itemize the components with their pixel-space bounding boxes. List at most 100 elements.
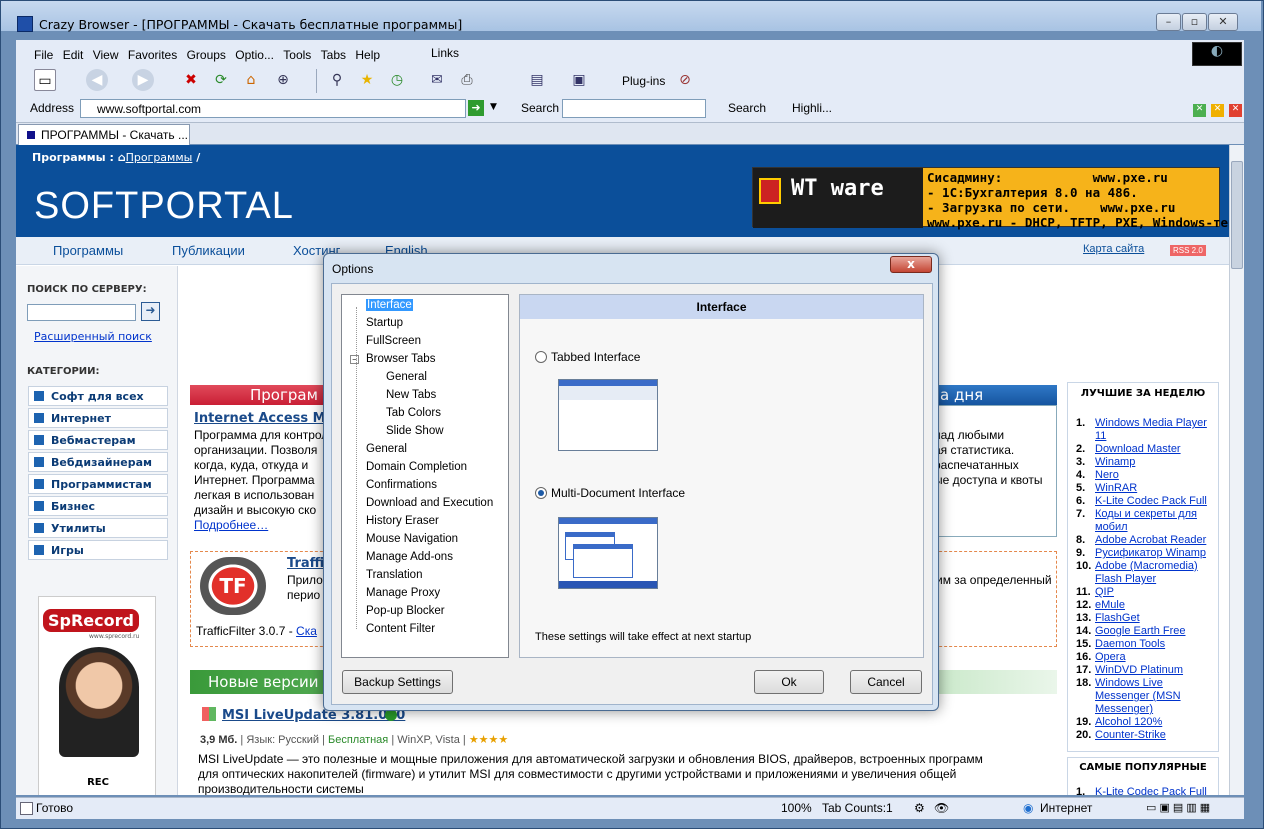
more-link[interactable]: Подробнее… (194, 518, 268, 532)
top-week-item[interactable]: 15. Daemon Tools (1076, 638, 1216, 651)
site-search-input[interactable] (27, 304, 136, 321)
category-item[interactable]: Вебмастерам (28, 430, 168, 450)
tree-item[interactable]: Slide Show (386, 425, 444, 437)
radio-tabbed[interactable] (535, 351, 547, 363)
tree-item[interactable]: Content Filter (366, 623, 435, 635)
tree-item[interactable]: Download and Execution (366, 497, 493, 509)
tree-item[interactable]: General (366, 443, 407, 455)
top-week-item[interactable]: 5. WinRAR (1076, 482, 1216, 495)
scroll-thumb[interactable] (1231, 161, 1243, 269)
window-cascade-icon[interactable]: ▣ (568, 69, 590, 91)
menu-edit[interactable]: Edit (63, 48, 84, 62)
site-logo[interactable]: SOFTPORTAL (34, 185, 294, 228)
tree-item[interactable]: Pop-up Blocker (366, 605, 445, 617)
ok-button[interactable]: Ok (754, 670, 824, 694)
top-week-item[interactable]: 14. Google Earth Free (1076, 625, 1216, 638)
mail-icon[interactable]: ✉ (426, 69, 448, 91)
print-icon[interactable]: ⎙ (456, 69, 478, 91)
popular-item[interactable]: 1. K-Lite Codec Pack Full (1076, 786, 1207, 795)
tree-item[interactable]: FullScreen (366, 335, 421, 347)
category-item[interactable]: Утилиты (28, 518, 168, 538)
nav-publications[interactable]: Публикации (172, 243, 245, 258)
favorites-star-icon[interactable]: ★ (356, 69, 378, 91)
tree-item[interactable]: Manage Add-ons (366, 551, 453, 563)
top-week-item[interactable]: 2. Download Master (1076, 443, 1216, 456)
top-week-item[interactable]: 19. Alcohol 120% (1076, 716, 1216, 729)
label-mdi[interactable]: Multi-Document Interface (551, 486, 685, 500)
address-dropdown-icon[interactable]: ▼ (490, 102, 497, 112)
cancel-button[interactable]: Cancel (850, 670, 922, 694)
tree-item[interactable]: Interface (366, 299, 413, 311)
top-week-item[interactable]: 6. K-Lite Codec Pack Full (1076, 495, 1216, 508)
top-week-item[interactable]: 8. Adobe Acrobat Reader (1076, 534, 1216, 547)
ad-banner[interactable]: WT ware Сисадмину: www.pxe.ru - 1С:Бухга… (752, 167, 1229, 230)
tree-item[interactable]: Translation (366, 569, 422, 581)
top-week-item[interactable]: 7. Коды и секреты для мобил (1076, 508, 1216, 534)
category-item[interactable]: Вебдизайнерам (28, 452, 168, 472)
trafficfilter-logo[interactable]: TF (200, 557, 266, 615)
top-week-item[interactable]: 20. Counter-Strike (1076, 729, 1216, 742)
top-week-item[interactable]: 11. QIP (1076, 586, 1216, 599)
search-icon[interactable]: ⚲ (326, 69, 348, 91)
search-input[interactable] (562, 99, 706, 118)
menu-help[interactable]: Help (355, 48, 380, 62)
home-icon[interactable]: ⌂ (240, 69, 262, 91)
top-week-item[interactable]: 16. Opera (1076, 651, 1216, 664)
breadcrumb-link[interactable]: Программы (126, 151, 193, 164)
address-input[interactable]: www.softportal.com (80, 99, 466, 118)
links-label[interactable]: Links (431, 46, 459, 60)
history-icon[interactable]: ◷ (386, 69, 408, 91)
tree-item[interactable]: New Tabs (386, 389, 436, 401)
tree-item[interactable]: Startup (366, 317, 403, 329)
menu-tools[interactable]: Tools (283, 48, 311, 62)
tree-item[interactable]: General (386, 371, 427, 383)
top-week-item[interactable]: 12. eMule (1076, 599, 1216, 612)
tree-item[interactable]: Domain Completion (366, 461, 467, 473)
tab-programs[interactable]: ПРОГРАММЫ - Скачать ... (18, 124, 190, 145)
tree-item[interactable]: Mouse Navigation (366, 533, 458, 545)
category-item[interactable]: Бизнес (28, 496, 168, 516)
top-week-item[interactable]: 10. Adobe (Macromedia) Flash Player (1076, 560, 1216, 586)
close-button[interactable]: ✕ (1208, 13, 1238, 31)
category-item[interactable]: Игры (28, 540, 168, 560)
forward-icon[interactable]: ▶ (132, 69, 154, 91)
radio-mdi[interactable] (535, 487, 547, 499)
tree-expander-icon[interactable]: − (350, 355, 359, 364)
menu-groups[interactable]: Groups (187, 48, 226, 62)
label-tabbed[interactable]: Tabbed Interface (551, 350, 640, 364)
plugin-blocker-icon[interactable]: ⊘ (674, 69, 696, 91)
tree-item[interactable]: Confirmations (366, 479, 437, 491)
site-search-go-icon[interactable]: ➜ (141, 302, 160, 321)
menu-options[interactable]: Optio... (235, 48, 274, 62)
backup-settings-button[interactable]: Backup Settings (342, 670, 453, 694)
vertical-scrollbar[interactable] (1229, 145, 1244, 795)
stop-icon[interactable]: ✖ (180, 69, 202, 91)
top-week-item[interactable]: 17. WinDVD Platinum (1076, 664, 1216, 677)
iam-title-link[interactable]: Internet Access Mo (194, 411, 335, 426)
zoom-icon[interactable]: ⊕ (272, 69, 294, 91)
category-item[interactable]: Программистам (28, 474, 168, 494)
tf-download-link[interactable]: Ска (296, 624, 317, 638)
refresh-icon[interactable]: ⟳ (210, 69, 232, 91)
top-week-item[interactable]: 1. Windows Media Player 11 (1076, 417, 1216, 443)
new-page-icon[interactable]: ▭ (34, 69, 56, 91)
search-button[interactable]: Search (728, 101, 766, 115)
menu-view[interactable]: View (93, 48, 119, 62)
highlight-button[interactable]: Highli... (792, 101, 832, 115)
sitemap-link[interactable]: Карта сайта (1083, 243, 1144, 255)
maximize-button[interactable]: ▫ (1182, 13, 1207, 31)
zoom-level[interactable]: 100% (781, 801, 812, 815)
trafficfilter-title-link[interactable]: Traffi (287, 556, 324, 571)
top-week-item[interactable]: 13. FlashGet (1076, 612, 1216, 625)
window-tile-icon[interactable]: ▤ (526, 69, 548, 91)
minimize-button[interactable]: – (1156, 13, 1181, 31)
tile-green-icon[interactable]: ✕ (1193, 104, 1206, 117)
layout-icons[interactable]: ▭ ▣ ▤ ▥ ▦ (1146, 801, 1210, 814)
top-week-item[interactable]: 4. Nero (1076, 469, 1216, 482)
tree-item[interactable]: Manage Proxy (366, 587, 440, 599)
dialog-close-button[interactable]: x (890, 256, 932, 273)
go-arrow-icon[interactable]: ➜ (468, 100, 484, 116)
back-icon[interactable]: ◀ (86, 69, 108, 91)
top-week-item[interactable]: 9. Русификатор Winamp (1076, 547, 1216, 560)
nav-programs[interactable]: Программы (53, 243, 123, 258)
